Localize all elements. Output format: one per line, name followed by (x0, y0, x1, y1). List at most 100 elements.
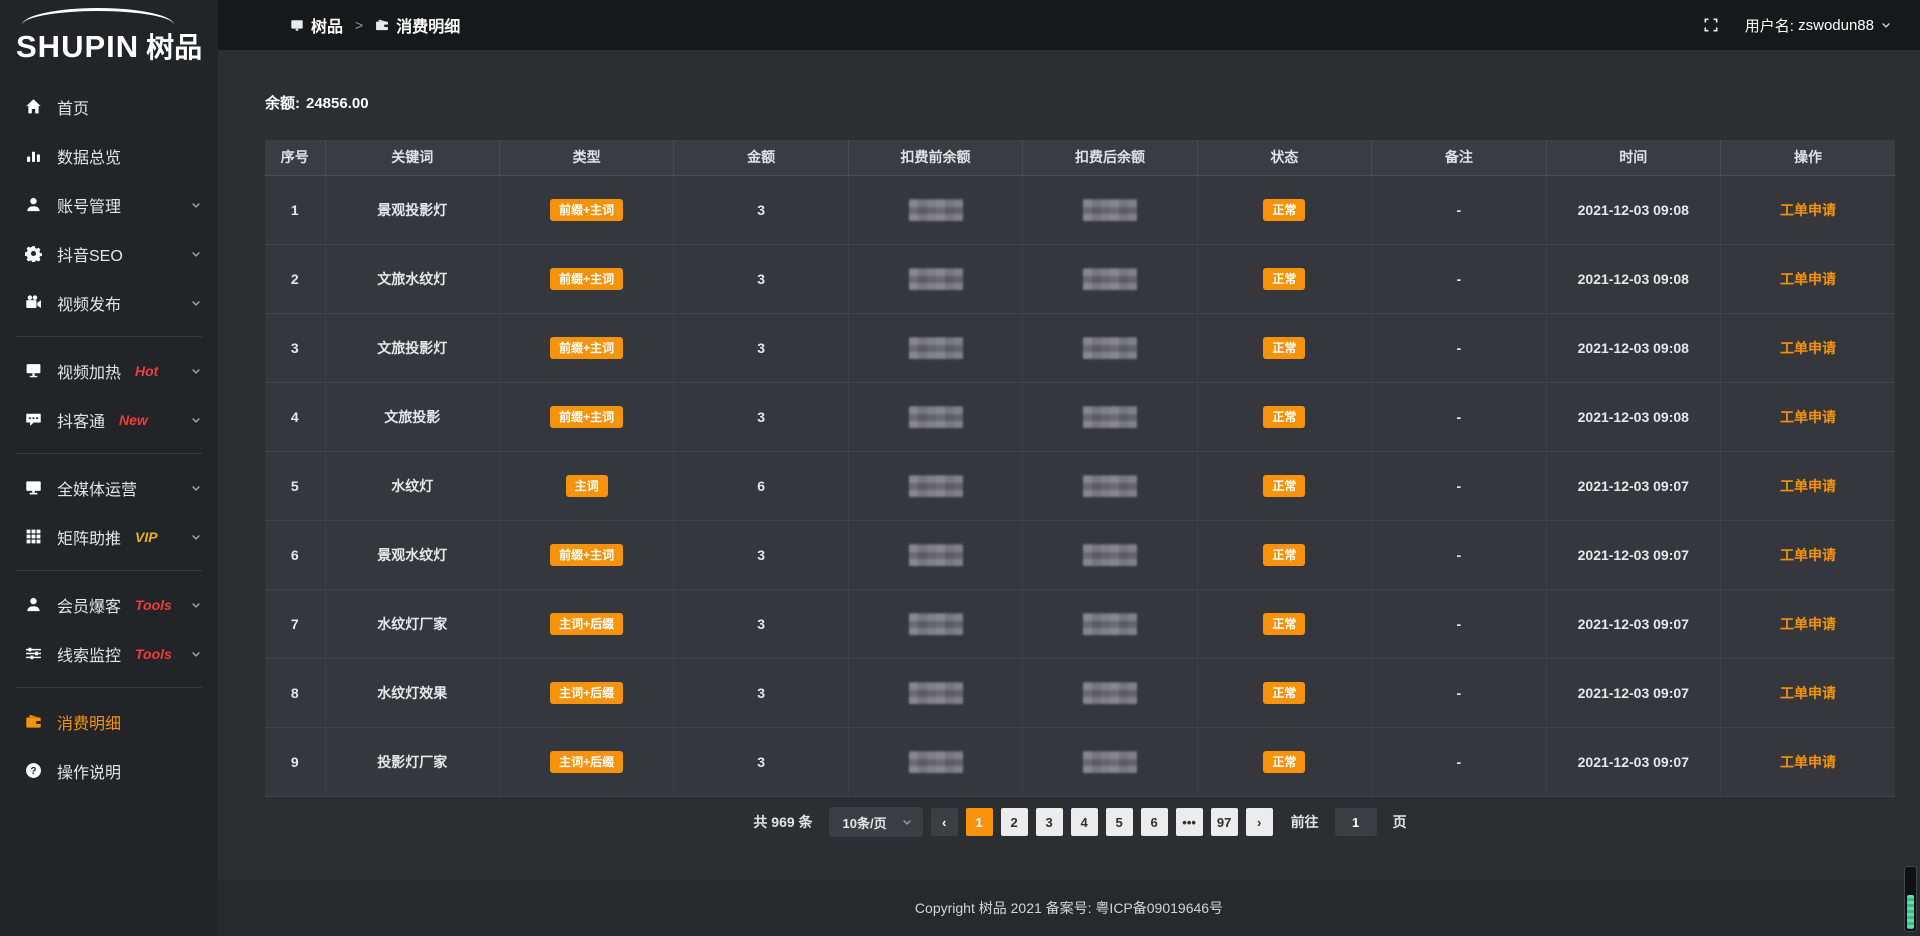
blurred-balance-after (1083, 751, 1137, 773)
sidebar-item-media-operation[interactable]: 全媒体运营 (0, 463, 218, 512)
sidebar-item-member-burst[interactable]: 会员爆客Tools (0, 580, 218, 629)
remark-cell: - (1372, 451, 1546, 520)
time-cell: 2021-12-03 09:07 (1546, 589, 1720, 658)
sidebar-item-douketong[interactable]: 抖客通New (0, 395, 218, 444)
remark-cell: - (1372, 658, 1546, 727)
type-badge: 前缀+主词 (550, 199, 623, 221)
amount-cell: 3 (674, 589, 848, 658)
action-cell: 工单申请 (1721, 727, 1896, 796)
balance-after-cell (1023, 382, 1197, 451)
status-badge: 正常 (1263, 199, 1305, 221)
page-button-2[interactable]: 2 (1001, 808, 1028, 836)
type-badge: 主词+后缀 (550, 751, 623, 773)
remark-cell: - (1372, 244, 1546, 313)
status-cell: 正常 (1197, 520, 1371, 589)
menu-divider (16, 336, 202, 337)
balance-before-cell (848, 382, 1022, 451)
index-cell: 7 (265, 589, 325, 658)
amount-text: 3 (757, 685, 765, 701)
amount-cell: 3 (674, 313, 848, 382)
sidebar-item-label: 抖音SEO (57, 242, 123, 266)
sidebar-item-home[interactable]: 首页 (0, 82, 218, 131)
type-badge: 前缀+主词 (550, 268, 623, 290)
amount-cell: 3 (674, 175, 848, 244)
page-button-4[interactable]: 4 (1071, 808, 1098, 836)
type-badge: 主词+后缀 (550, 613, 623, 635)
index-cell: 6 (265, 520, 325, 589)
table-row: 4文旅投影前缀+主词3正常-2021-12-03 09:08工单申请 (265, 382, 1895, 451)
blurred-balance-after (1083, 268, 1137, 290)
fullscreen-icon[interactable] (1703, 17, 1719, 33)
app-logo: SHUPIN 树品 (0, 0, 218, 74)
logo-text-en: SHUPIN (16, 29, 139, 65)
balance-after-cell (1023, 244, 1197, 313)
work-order-link[interactable]: 工单申请 (1780, 547, 1836, 563)
next-page-button[interactable]: › (1246, 808, 1273, 836)
sidebar-item-video-publish[interactable]: 视频发布 (0, 278, 218, 327)
goto-page-input[interactable] (1335, 808, 1377, 836)
column-header-time: 时间 (1546, 140, 1720, 175)
balance-after-cell (1023, 727, 1197, 796)
amount-cell: 3 (674, 382, 848, 451)
page-button-6[interactable]: 6 (1141, 808, 1168, 836)
goto-unit: 页 (1393, 812, 1407, 832)
blurred-balance-before (909, 406, 963, 428)
keyword-cell: 文旅投影灯 (325, 313, 499, 382)
scrollbar-track[interactable] (1904, 866, 1917, 932)
sidebar-item-label: 矩阵助推 (57, 525, 121, 549)
page-button-97[interactable]: 97 (1211, 808, 1238, 836)
amount-cell: 3 (674, 658, 848, 727)
row-index: 9 (291, 754, 299, 770)
work-order-link[interactable]: 工单申请 (1780, 340, 1836, 356)
bar-chart-icon (24, 147, 42, 164)
logo-arc (22, 8, 174, 25)
action-cell: 工单申请 (1721, 382, 1896, 451)
gear-icon (24, 245, 42, 262)
work-order-link[interactable]: 工单申请 (1780, 754, 1836, 770)
page-size-select[interactable]: 10条/页 (829, 807, 923, 837)
chevron-down-icon (190, 199, 202, 211)
remark-text: - (1457, 754, 1462, 770)
sidebar-item-lead-monitor[interactable]: 线索监控Tools (0, 629, 218, 678)
consumption-table: 序号关键词类型金额扣费前余额扣费后余额状态备注时间操作 1景观投影灯前缀+主词3… (265, 140, 1895, 797)
type-cell: 主词 (499, 451, 673, 520)
sidebar-item-data-overview[interactable]: 数据总览 (0, 131, 218, 180)
keyword-cell: 水纹灯厂家 (325, 589, 499, 658)
page-button-5[interactable]: 5 (1106, 808, 1133, 836)
page-button-1[interactable]: 1 (966, 808, 993, 836)
row-index: 4 (291, 409, 299, 425)
sidebar-item-account-management[interactable]: 账号管理 (0, 180, 218, 229)
balance-before-cell (848, 175, 1022, 244)
balance-value: 24856.00 (306, 95, 369, 112)
chevron-down-icon[interactable] (1880, 19, 1892, 31)
work-order-link[interactable]: 工单申请 (1780, 685, 1836, 701)
sidebar-item-douyin-seo[interactable]: 抖音SEO (0, 229, 218, 278)
index-cell: 5 (265, 451, 325, 520)
work-order-link[interactable]: 工单申请 (1780, 478, 1836, 494)
column-header-status: 状态 (1197, 140, 1371, 175)
time-text: 2021-12-03 09:08 (1578, 271, 1689, 287)
work-order-link[interactable]: 工单申请 (1780, 271, 1836, 287)
sidebar-item-consumption-detail[interactable]: 消费明细 (0, 697, 218, 746)
work-order-link[interactable]: 工单申请 (1780, 409, 1836, 425)
page-ellipsis[interactable]: ••• (1176, 808, 1203, 836)
board-icon (290, 18, 304, 32)
username-label: 用户名: (1745, 15, 1794, 36)
sidebar-item-label: 数据总览 (57, 144, 121, 168)
sidebar-item-video-heat[interactable]: 视频加热Hot (0, 346, 218, 395)
sidebar-item-operation-guide[interactable]: ?操作说明 (0, 746, 218, 795)
time-text: 2021-12-03 09:07 (1578, 754, 1689, 770)
work-order-link[interactable]: 工单申请 (1780, 202, 1836, 218)
sidebar-item-matrix-boost[interactable]: 矩阵助推VIP (0, 512, 218, 561)
status-badge: 正常 (1263, 613, 1305, 635)
blurred-balance-after (1083, 544, 1137, 566)
page-button-3[interactable]: 3 (1036, 808, 1063, 836)
keyword-cell: 文旅水纹灯 (325, 244, 499, 313)
keyword-text: 水纹灯效果 (377, 685, 447, 701)
breadcrumb-root[interactable]: 树品 (311, 13, 343, 37)
work-order-link[interactable]: 工单申请 (1780, 616, 1836, 632)
scrollbar-thumb[interactable] (1907, 895, 1914, 929)
username[interactable]: zswodun88 (1798, 17, 1874, 34)
prev-page-button[interactable]: ‹ (931, 808, 958, 836)
type-badge: 主词 (566, 475, 608, 497)
